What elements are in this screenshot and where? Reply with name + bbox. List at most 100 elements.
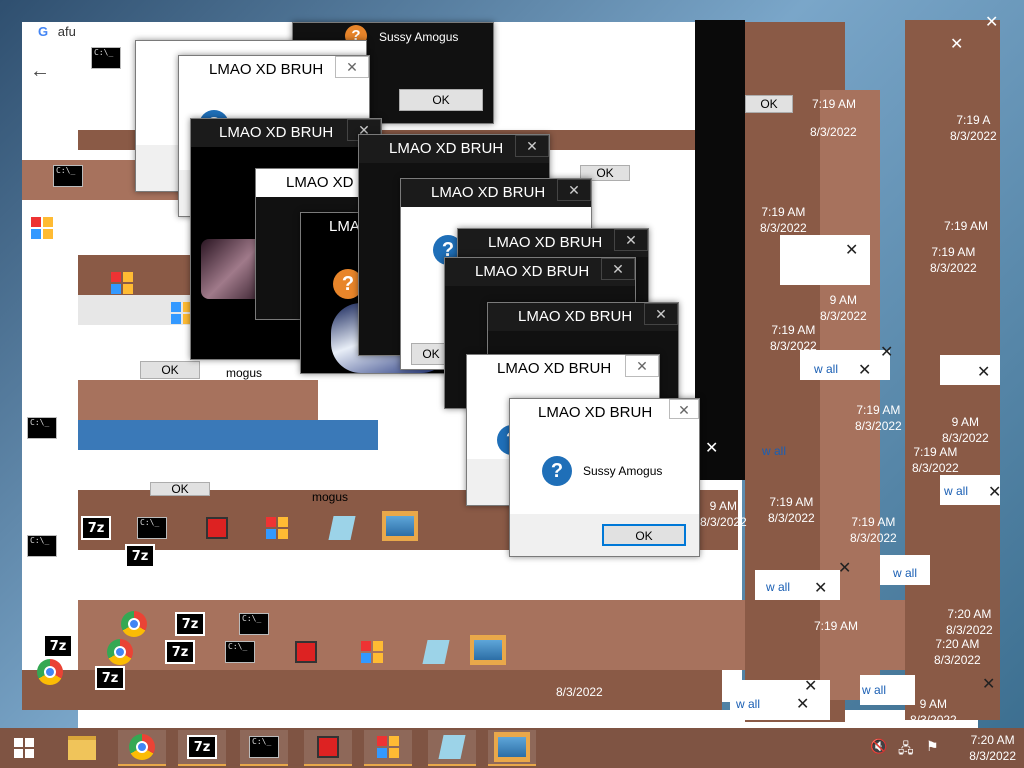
dev-manager-icon[interactable] <box>284 634 328 670</box>
cmd-icon[interactable]: C:\_ <box>46 158 90 194</box>
clock-fragment: 7:19 AM 8/3/2022 <box>930 245 977 275</box>
view-all-link[interactable]: w all <box>766 580 790 594</box>
dialog-title: LMAO XD BRUH <box>389 140 504 157</box>
view-all-link[interactable]: w all <box>736 697 760 711</box>
windows-icon <box>14 738 34 758</box>
taskbar-clock[interactable]: 7:20 AM 8/3/2022 <box>969 732 1016 764</box>
clock-fragment: 8/3/2022 <box>644 573 691 587</box>
clock-fragment: 7:19 AM 8/3/2022 <box>850 515 897 545</box>
close-icon[interactable]: ✕ <box>601 258 635 280</box>
close-icon[interactable]: ✕ <box>804 676 817 696</box>
control-panel-icon[interactable] <box>255 510 299 546</box>
tab-title: afu <box>57 24 76 39</box>
glitch-strip <box>940 355 1000 385</box>
dialog-title: LMAO XD BRUH <box>431 184 546 201</box>
photos-icon[interactable] <box>378 508 422 544</box>
photos-taskbar-button[interactable] <box>488 730 536 766</box>
cmd-icon[interactable]: C:\_ <box>218 634 262 670</box>
device-manager-taskbar-button[interactable] <box>304 730 352 766</box>
close-icon[interactable]: ✕ <box>515 135 549 157</box>
control-panel-icon[interactable] <box>100 265 144 301</box>
sevenzip-icon[interactable]: 7z <box>74 510 118 546</box>
close-icon[interactable]: ✕ <box>335 56 369 78</box>
notepad-icon <box>438 735 466 759</box>
dev-manager-icon[interactable] <box>195 510 239 546</box>
view-all-link[interactable]: w all <box>862 683 886 697</box>
clock-date: 8/3/2022 <box>969 749 1016 763</box>
cmd-icon[interactable]: C:\_ <box>84 40 128 76</box>
close-icon[interactable]: ✕ <box>982 674 995 694</box>
close-icon[interactable]: ✕ <box>858 360 871 380</box>
dialog-title-fragment: LMA <box>329 218 360 235</box>
control-panel-icon[interactable] <box>350 634 394 670</box>
sevenzip-icon[interactable]: 7z <box>88 660 132 696</box>
clock-fragment: 7:19 AM <box>640 191 685 205</box>
clock-fragment: 7:20 AM 8/3/2022 <box>934 637 981 667</box>
clock-fragment: 7:19 AM 8/3/2022 <box>912 445 959 475</box>
view-all-link[interactable]: w all <box>944 484 968 498</box>
ok-button[interactable]: OK <box>140 361 200 379</box>
ok-button[interactable]: OK <box>150 482 210 496</box>
view-all-link[interactable]: w all <box>893 566 917 580</box>
close-icon[interactable]: ✕ <box>880 342 893 362</box>
view-all-link[interactable]: w all <box>814 362 838 376</box>
close-icon[interactable]: ✕ <box>838 558 851 578</box>
cmd-taskbar-button[interactable]: C:\_ <box>240 730 288 766</box>
back-arrow-icon[interactable]: ← <box>30 60 50 83</box>
chrome-icon <box>129 734 155 760</box>
sevenzip-taskbar-button[interactable]: 7z <box>178 730 226 766</box>
dialog-title: Sussy Amogus <box>379 30 459 44</box>
ok-button[interactable]: OK <box>745 95 793 113</box>
close-icon[interactable]: ✕ <box>985 12 998 32</box>
clock-fragment: 8/3/2022 <box>556 685 603 699</box>
cmd-icon[interactable]: C:\_ <box>20 528 64 564</box>
sevenzip-icon: 7z <box>187 735 217 759</box>
control-panel-icon <box>377 736 399 758</box>
close-icon[interactable]: ✕ <box>669 399 699 419</box>
sevenzip-icon[interactable]: 7z <box>158 634 202 670</box>
chrome-icon[interactable] <box>28 654 72 690</box>
start-button[interactable] <box>0 728 48 768</box>
clock-fragment: 7:19 AM 8/3/2022 <box>855 403 902 433</box>
close-icon[interactable]: ✕ <box>625 355 659 377</box>
taskbar: 7z C:\_ 🔇 🖧 ⚑ 7:20 AM 8/3/2022 <box>0 728 1024 768</box>
file-explorer-button[interactable] <box>58 730 106 766</box>
glitch-strip <box>78 380 318 420</box>
ok-button[interactable]: OK <box>399 89 483 111</box>
clock-fragment: 7:19 AM <box>812 97 857 111</box>
dialog-title: LMAO XD BRUH <box>488 234 603 251</box>
close-icon[interactable]: ✕ <box>988 482 1001 502</box>
dialog-text-fragment: mogus <box>226 366 263 380</box>
control-panel-icon[interactable] <box>20 210 64 246</box>
close-icon[interactable]: ✕ <box>557 179 591 201</box>
flag-icon[interactable]: ⚑ <box>926 738 939 755</box>
dialog-title: LMAO XD BRUH <box>475 263 590 280</box>
browser-tab[interactable]: G afu <box>30 24 90 48</box>
close-icon[interactable]: ✕ <box>814 578 827 598</box>
cmd-icon[interactable]: C:\_ <box>20 410 64 446</box>
clock-fragment: 9 AM 8/3/2022 <box>942 415 989 445</box>
network-icon[interactable]: 🖧 <box>898 738 914 762</box>
dialog-title: LMAO XD BRUH <box>209 61 324 78</box>
close-icon[interactable]: ✕ <box>977 362 990 382</box>
close-icon[interactable]: ✕ <box>644 303 678 325</box>
close-icon[interactable]: ✕ <box>614 229 648 251</box>
sevenzip-icon[interactable]: 7z <box>118 538 162 574</box>
close-icon[interactable]: ✕ <box>796 694 809 714</box>
glitch-strip <box>820 90 880 700</box>
dialog-title: LMAO XD BRUH <box>538 404 653 421</box>
chrome-taskbar-button[interactable] <box>118 730 166 766</box>
photos-icon[interactable] <box>466 632 510 668</box>
view-all-link[interactable]: w all <box>762 444 786 458</box>
volume-muted-icon[interactable]: 🔇 <box>870 738 887 755</box>
notepad-taskbar-button[interactable] <box>428 730 476 766</box>
notepad-icon[interactable] <box>414 634 458 670</box>
dialog-title: LMAO XD BRUH <box>219 124 334 141</box>
close-icon[interactable]: ✕ <box>705 438 718 458</box>
glitch-strip <box>695 20 745 480</box>
close-icon[interactable]: ✕ <box>845 240 858 260</box>
notepad-icon[interactable] <box>320 510 364 546</box>
close-icon[interactable]: ✕ <box>950 34 963 54</box>
ok-button[interactable]: OK <box>602 524 686 546</box>
control-panel-taskbar-button[interactable] <box>364 730 412 766</box>
